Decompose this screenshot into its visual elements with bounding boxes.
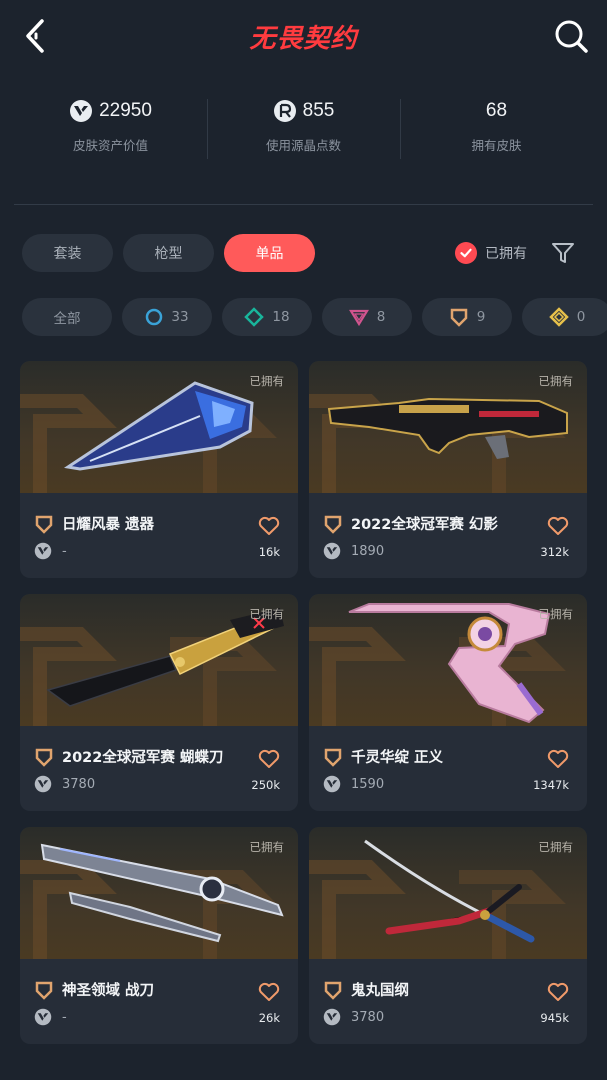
- likes-count: 250k: [251, 778, 280, 792]
- vp-currency-icon: [34, 542, 52, 560]
- stat-value: 68: [485, 100, 508, 121]
- tier-count: 18: [272, 309, 290, 325]
- heart-icon[interactable]: [258, 982, 280, 1002]
- tab-single-items[interactable]: 单品: [224, 234, 315, 272]
- tab-weapon-type[interactable]: 枪型: [123, 234, 214, 272]
- vp-currency-icon: [34, 1008, 52, 1026]
- stat-skin-value: 22950 皮肤资产价值: [14, 95, 207, 165]
- skin-name: 2022全球冠军赛 幻影: [351, 517, 498, 533]
- stat-owned-skins: 68 拥有皮肤: [400, 95, 593, 165]
- likes-count: 945k: [540, 1011, 569, 1025]
- vp-currency-icon: [323, 775, 341, 793]
- stats-bar: 22950 皮肤资产价值 855 使用源晶点数 68 拥有皮肤: [14, 95, 593, 165]
- tier-count: 33: [171, 309, 189, 325]
- skin-name: 神圣领域 战刀: [62, 983, 155, 999]
- skin-name: 鬼丸国纲: [351, 983, 409, 999]
- stat-label: 使用源晶点数: [265, 138, 341, 153]
- owned-tag: 已拥有: [249, 374, 285, 388]
- ultra-tier-icon: [35, 981, 53, 1000]
- exclusive-tier-icon: [548, 307, 569, 327]
- skin-image: 已拥有: [20, 361, 298, 493]
- vp-currency-icon: [70, 100, 93, 122]
- tier-ultra[interactable]: 9: [422, 298, 512, 336]
- search-icon: [555, 20, 588, 53]
- radianite-icon: [273, 100, 296, 122]
- divider: [14, 204, 593, 205]
- skin-image: 已拥有: [20, 827, 298, 959]
- filter-button[interactable]: [550, 240, 576, 266]
- owned-tag: 已拥有: [538, 607, 574, 621]
- tier-premium[interactable]: 8: [322, 298, 412, 336]
- skin-image: 已拥有: [20, 594, 298, 726]
- owned-tag: 已拥有: [249, 840, 285, 854]
- skin-name: 千灵华绽 正义: [351, 750, 444, 766]
- stat-radianite: 855 使用源晶点数: [207, 95, 400, 165]
- premium-tier-icon: [348, 309, 369, 327]
- skin-price: 1590: [351, 776, 385, 792]
- heart-icon[interactable]: [258, 516, 280, 536]
- tier-count: 8: [376, 309, 386, 325]
- heart-icon[interactable]: [547, 749, 569, 769]
- deluxe-tier-icon: [244, 307, 265, 327]
- tab-bundles[interactable]: 套装: [22, 234, 113, 272]
- filter-icon: [552, 243, 574, 263]
- stat-value: 22950: [99, 100, 152, 121]
- tier-count: 9: [476, 309, 486, 325]
- owned-filter-toggle[interactable]: 已拥有: [455, 240, 527, 266]
- owned-tag: 已拥有: [538, 840, 574, 854]
- stat-label: 皮肤资产价值: [72, 138, 148, 153]
- skin-price: -: [62, 1009, 67, 1025]
- skin-card[interactable]: 已拥有 神圣领域 战刀 - 26k: [20, 827, 298, 1044]
- skin-price: 3780: [62, 776, 96, 792]
- heart-icon[interactable]: [547, 516, 569, 536]
- skin-image: 已拥有: [309, 594, 587, 726]
- skin-price: 1890: [351, 543, 385, 559]
- heart-icon[interactable]: [547, 982, 569, 1002]
- skin-card[interactable]: 已拥有 鬼丸国纲 3780 945k: [309, 827, 587, 1044]
- owned-filter-label: 已拥有: [485, 246, 527, 262]
- heart-icon[interactable]: [258, 749, 280, 769]
- tier-filter-bar: 全部 33 18 8 9 0: [22, 298, 607, 338]
- tier-label: 全部: [53, 311, 81, 327]
- ultra-tier-icon: [324, 515, 342, 534]
- likes-count: 16k: [258, 545, 280, 559]
- skin-name: 2022全球冠军赛 蝴蝶刀: [62, 750, 224, 766]
- stat-value: 855: [302, 100, 335, 121]
- skin-card[interactable]: 已拥有 日耀风暴 遗器 - 16k: [20, 361, 298, 578]
- category-tabs: 套装 枪型 单品: [22, 234, 315, 272]
- tier-all[interactable]: 全部: [22, 298, 112, 336]
- owned-tag: 已拥有: [538, 374, 574, 388]
- likes-count: 26k: [258, 1011, 280, 1025]
- skin-card[interactable]: 已拥有 千灵华绽 正义 1590 1347k: [309, 594, 587, 811]
- checkmark-icon: [455, 242, 477, 264]
- tier-deluxe[interactable]: 18: [222, 298, 312, 336]
- owned-tag: 已拥有: [249, 607, 285, 621]
- skin-image: 已拥有: [309, 827, 587, 959]
- skin-price: -: [62, 543, 67, 559]
- tier-exclusive[interactable]: 0: [522, 298, 607, 336]
- search-button[interactable]: [551, 16, 591, 56]
- tier-count: 0: [576, 309, 586, 325]
- ultra-tier-icon: [324, 748, 342, 767]
- vp-currency-icon: [323, 1008, 341, 1026]
- ultra-tier-icon: [35, 515, 53, 534]
- skin-price: 3780: [351, 1009, 385, 1025]
- skin-card[interactable]: 已拥有 2022全球冠军赛 蝴蝶刀 3780 250k: [20, 594, 298, 811]
- skin-image: 已拥有: [309, 361, 587, 493]
- likes-count: 312k: [540, 545, 569, 559]
- ultra-tier-icon: [450, 308, 467, 327]
- select-tier-icon: [146, 308, 163, 326]
- vp-currency-icon: [34, 775, 52, 793]
- stat-label: 拥有皮肤: [471, 138, 522, 153]
- ultra-tier-icon: [324, 981, 342, 1000]
- vp-currency-icon: [323, 542, 341, 560]
- app-header: 无畏契约: [0, 0, 607, 80]
- likes-count: 1347k: [533, 778, 569, 792]
- skin-card[interactable]: 已拥有 2022全球冠军赛 幻影 1890 312k: [309, 361, 587, 578]
- skin-name: 日耀风暴 遗器: [62, 517, 155, 533]
- ultra-tier-icon: [35, 748, 53, 767]
- page-title: 无畏契约: [249, 24, 358, 54]
- tier-select[interactable]: 33: [122, 298, 212, 336]
